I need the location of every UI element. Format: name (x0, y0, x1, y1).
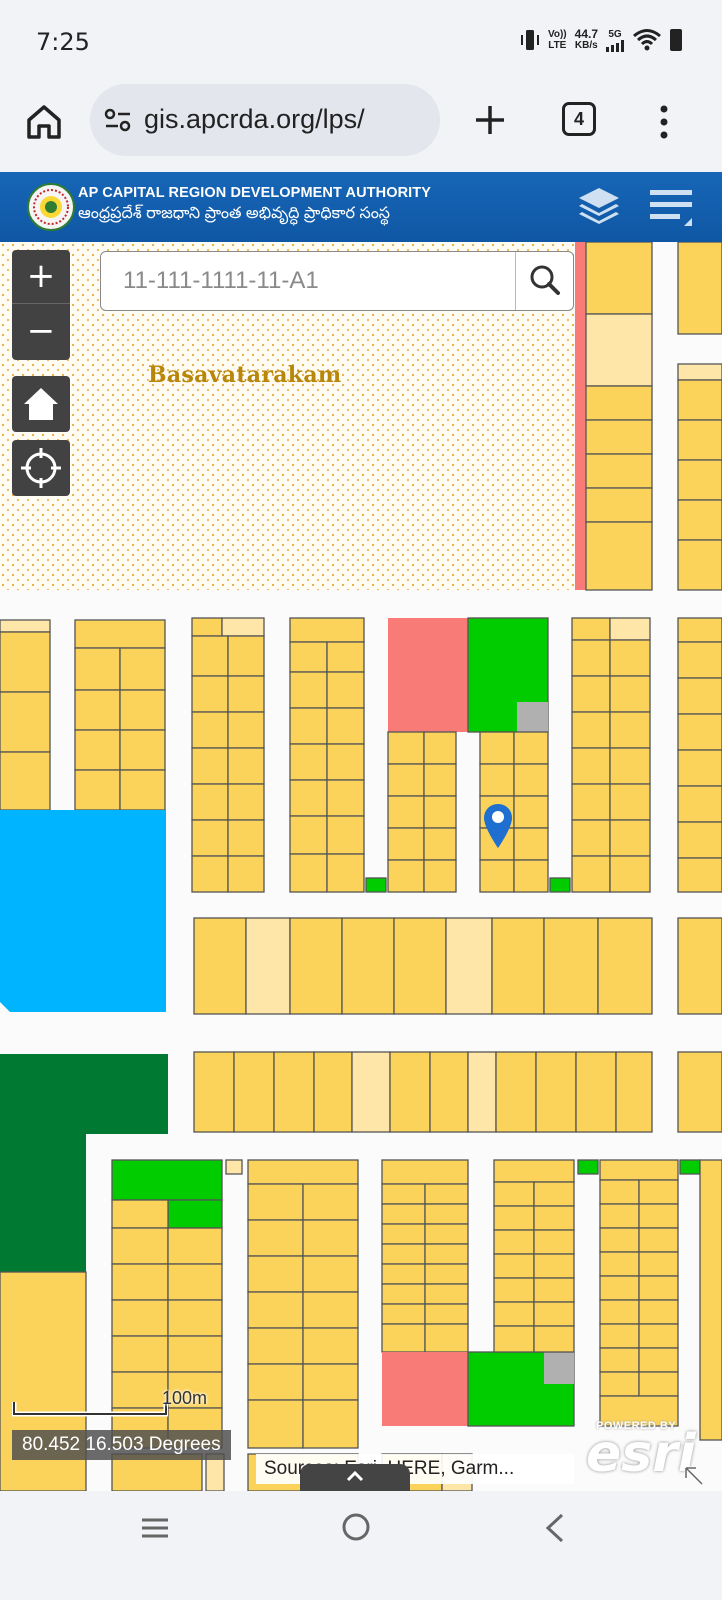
parcel-search-input[interactable] (101, 252, 515, 310)
battery-icon (670, 29, 682, 51)
browser-toolbar: gis.apcrda.org/lps/ 4 (0, 84, 722, 172)
map-canvas[interactable] (0, 242, 722, 1491)
zoom-control: + − (12, 250, 70, 360)
home-icon (24, 388, 58, 420)
place-label: Basavatarakam (148, 362, 342, 388)
volte-label: Vo)) (547, 29, 567, 40)
url-text[interactable]: gis.apcrda.org/lps/ (144, 104, 365, 135)
parcel-search (100, 251, 574, 311)
status-time: 7:25 (36, 28, 90, 56)
plot-group-row-3 (193, 917, 722, 1133)
status-icons: Vo)) LTE 44.7 KB/s 5G (520, 28, 682, 52)
header-title: AP CAPITAL REGION DEVELOPMENT AUTHORITY (78, 185, 431, 201)
wifi-icon (633, 29, 661, 51)
net-type-label: 5G (608, 28, 622, 40)
search-icon (530, 265, 560, 295)
search-button[interactable] (515, 252, 573, 310)
recent-apps-icon[interactable] (140, 1513, 170, 1543)
lte-label: LTE (548, 40, 567, 51)
attribution-toggle[interactable] (300, 1464, 410, 1491)
new-tab-icon[interactable] (470, 100, 510, 140)
site-settings-icon[interactable] (104, 108, 132, 132)
system-nav-bar (0, 1491, 722, 1600)
vibrate-icon (520, 30, 539, 50)
crosshair-icon (21, 448, 61, 488)
layers-icon[interactable] (574, 182, 624, 232)
ap-emblem-logo (27, 183, 75, 231)
zoom-out-button[interactable]: − (12, 305, 70, 359)
locate-button[interactable] (12, 440, 70, 496)
road-red-strip (575, 242, 587, 590)
signal-icon (606, 39, 624, 52)
chevron-up-icon (346, 1470, 364, 1482)
resize-arrow-icon[interactable] (682, 1464, 706, 1488)
scale-label: 100m (162, 1388, 208, 1408)
speed-unit: KB/s (574, 40, 598, 51)
tab-switcher-button[interactable]: 4 (562, 102, 596, 136)
status-bar: 7:25 Vo)) LTE 44.7 KB/s 5G (0, 0, 722, 84)
signal-group: 5G (606, 29, 624, 52)
data-speed: 44.7 KB/s (574, 27, 598, 51)
browser-menu-icon[interactable] (656, 102, 672, 142)
back-icon[interactable] (540, 1511, 570, 1545)
address-bar[interactable]: gis.apcrda.org/lps/ (90, 84, 440, 156)
plot-group-top-right (585, 242, 722, 591)
speed-value: 44.7 (574, 27, 598, 41)
water-body (0, 810, 166, 1012)
default-extent-button[interactable] (12, 376, 70, 432)
network-label: Vo)) LTE (548, 29, 567, 51)
hamburger-menu-icon[interactable] (646, 180, 696, 234)
system-home-icon[interactable] (340, 1511, 372, 1543)
map-view[interactable]: + − Basavatarakam 100m 80.452 16.503 Deg (0, 242, 722, 1491)
browser-home-icon[interactable] (24, 102, 64, 142)
scale-bar (12, 1402, 168, 1417)
coordinate-readout: 80.452 16.503 Degrees (12, 1430, 231, 1460)
app-header: AP CAPITAL REGION DEVELOPMENT AUTHORITY … (0, 172, 722, 242)
header-subtitle: ఆంధ్రప్రదేశ్ రాజధాని ప్రాంత అభివృద్ధి ప్… (78, 205, 391, 222)
esri-logo[interactable]: esri (586, 1424, 696, 1484)
zoom-in-button[interactable]: + (12, 250, 70, 304)
